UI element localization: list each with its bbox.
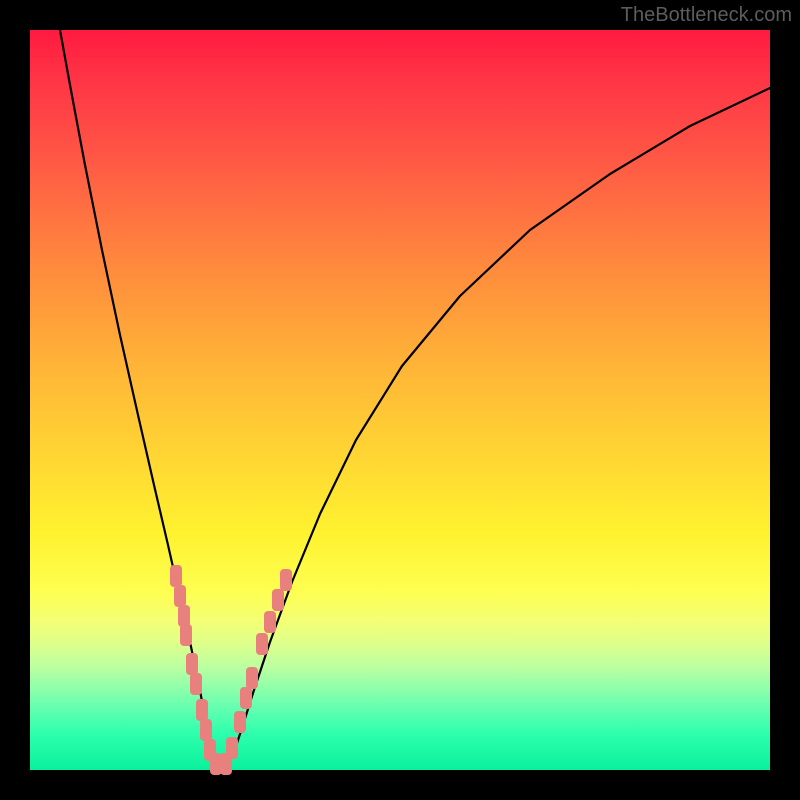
marker-point bbox=[272, 589, 284, 611]
marker-point bbox=[178, 605, 190, 627]
marker-point bbox=[226, 737, 238, 759]
marker-point bbox=[196, 699, 208, 721]
marker-point bbox=[256, 633, 268, 655]
marker-point bbox=[190, 673, 202, 695]
marker-point bbox=[234, 711, 246, 733]
marker-point bbox=[264, 611, 276, 633]
marker-point bbox=[180, 624, 192, 646]
marker-point bbox=[170, 565, 182, 587]
marker-point bbox=[200, 719, 212, 741]
marker-cluster bbox=[170, 565, 292, 775]
marker-point bbox=[186, 653, 198, 675]
marker-point bbox=[246, 667, 258, 689]
chart-svg bbox=[30, 30, 770, 770]
attribution-watermark: TheBottleneck.com bbox=[621, 4, 792, 27]
marker-point bbox=[240, 687, 252, 709]
marker-point bbox=[174, 585, 186, 607]
curve-right-branch bbox=[228, 88, 770, 765]
chart-plot-area bbox=[30, 30, 770, 770]
chart-outer-frame: TheBottleneck.com bbox=[0, 0, 800, 800]
marker-point bbox=[280, 569, 292, 591]
